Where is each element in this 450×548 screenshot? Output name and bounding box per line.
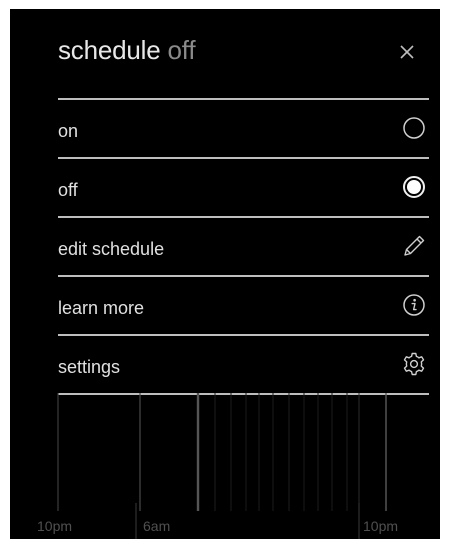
info-icon — [401, 292, 427, 318]
menu-item-label: on — [58, 121, 79, 141]
close-icon[interactable] — [396, 41, 418, 63]
schedule-timeline: 10pm 6am 10pm — [10, 391, 440, 539]
menu-item-label: settings — [58, 357, 121, 377]
radio-selected-icon — [401, 174, 427, 200]
pencil-icon — [401, 233, 427, 259]
schedule-state: off — [167, 35, 196, 65]
menu-item-off[interactable]: off — [58, 157, 429, 216]
title-text: schedule — [58, 35, 161, 65]
schedule-panel: schedule off on off edit schedule learn … — [10, 9, 440, 539]
menu-item-learn-more[interactable]: learn more — [58, 275, 429, 334]
menu-item-settings[interactable]: settings — [58, 334, 429, 393]
radio-unselected-icon — [401, 115, 427, 141]
timeline-label-end: 10pm — [363, 518, 399, 534]
schedule-menu: on off edit schedule learn more settings — [58, 98, 429, 395]
menu-item-label: learn more — [58, 298, 145, 318]
timeline-label-6am: 6am — [143, 518, 171, 534]
menu-item-label: edit schedule — [58, 239, 165, 259]
timeline-bars — [57, 393, 387, 539]
menu-item-label: off — [58, 180, 78, 200]
menu-item-on[interactable]: on — [58, 98, 429, 157]
timeline-label-start: 10pm — [37, 518, 73, 534]
gear-icon — [401, 351, 427, 377]
menu-item-edit-schedule[interactable]: edit schedule — [58, 216, 429, 275]
page-title: schedule off — [58, 35, 196, 66]
